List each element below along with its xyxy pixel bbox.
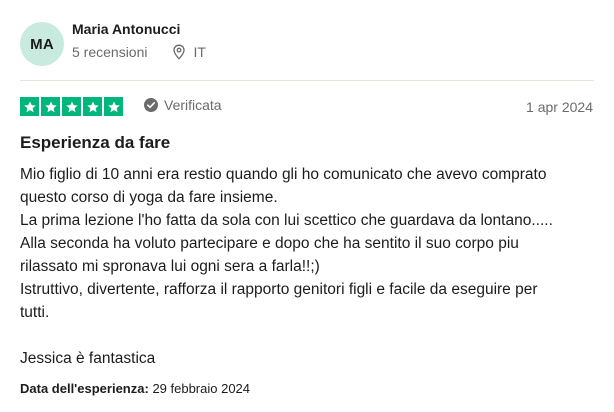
reviewer-meta: 5 recensioni IT	[72, 44, 206, 60]
star-icon	[104, 97, 123, 116]
verified-label: Verificata	[164, 97, 222, 113]
review-title[interactable]: Esperienza da fare	[20, 133, 170, 153]
star-icon	[20, 97, 39, 116]
star-icon	[62, 97, 81, 116]
review-text-line: Istruttivo, divertente, rafforza il rapp…	[20, 281, 538, 298]
review-text-line: Alla seconda ha voluto partecipare e dop…	[20, 235, 519, 252]
review-text-line: La prima lezione l'ho fatta da sola con …	[20, 212, 553, 229]
review-text-line: rilassato mi spronava lui ogni sera a fa…	[20, 258, 320, 275]
review-card: MA Maria Antonucci 5 recensioni IT Verif…	[0, 0, 614, 412]
star-icon	[41, 97, 60, 116]
experience-date-value: 29 febbraio 2024	[152, 381, 251, 396]
review-text-line: questo corso di yoga da fare insieme.	[20, 189, 278, 206]
divider	[20, 80, 594, 81]
map-pin-icon	[172, 44, 186, 60]
reviewer-name[interactable]: Maria Antonucci	[72, 21, 180, 37]
experience-date: Data dell'esperienza: 29 febbraio 2024	[20, 381, 250, 396]
review-text-line: Mio figlio di 10 anni era restio quando …	[20, 166, 547, 183]
verified-badge[interactable]: Verificata	[144, 97, 222, 113]
reviewer-country: IT	[193, 44, 206, 60]
star-icon	[83, 97, 102, 116]
check-circle-icon	[144, 98, 158, 112]
review-signoff: Jessica è fantastica	[20, 350, 156, 367]
star-rating	[20, 97, 123, 116]
review-text-line: tutti.	[20, 304, 50, 321]
review-body: Mio figlio di 10 anni era restio quando …	[20, 163, 600, 370]
reviews-count: 5 recensioni	[72, 44, 148, 60]
review-date: 1 apr 2024	[526, 99, 593, 115]
avatar[interactable]: MA	[20, 22, 64, 66]
experience-date-label: Data dell'esperienza:	[20, 381, 149, 396]
